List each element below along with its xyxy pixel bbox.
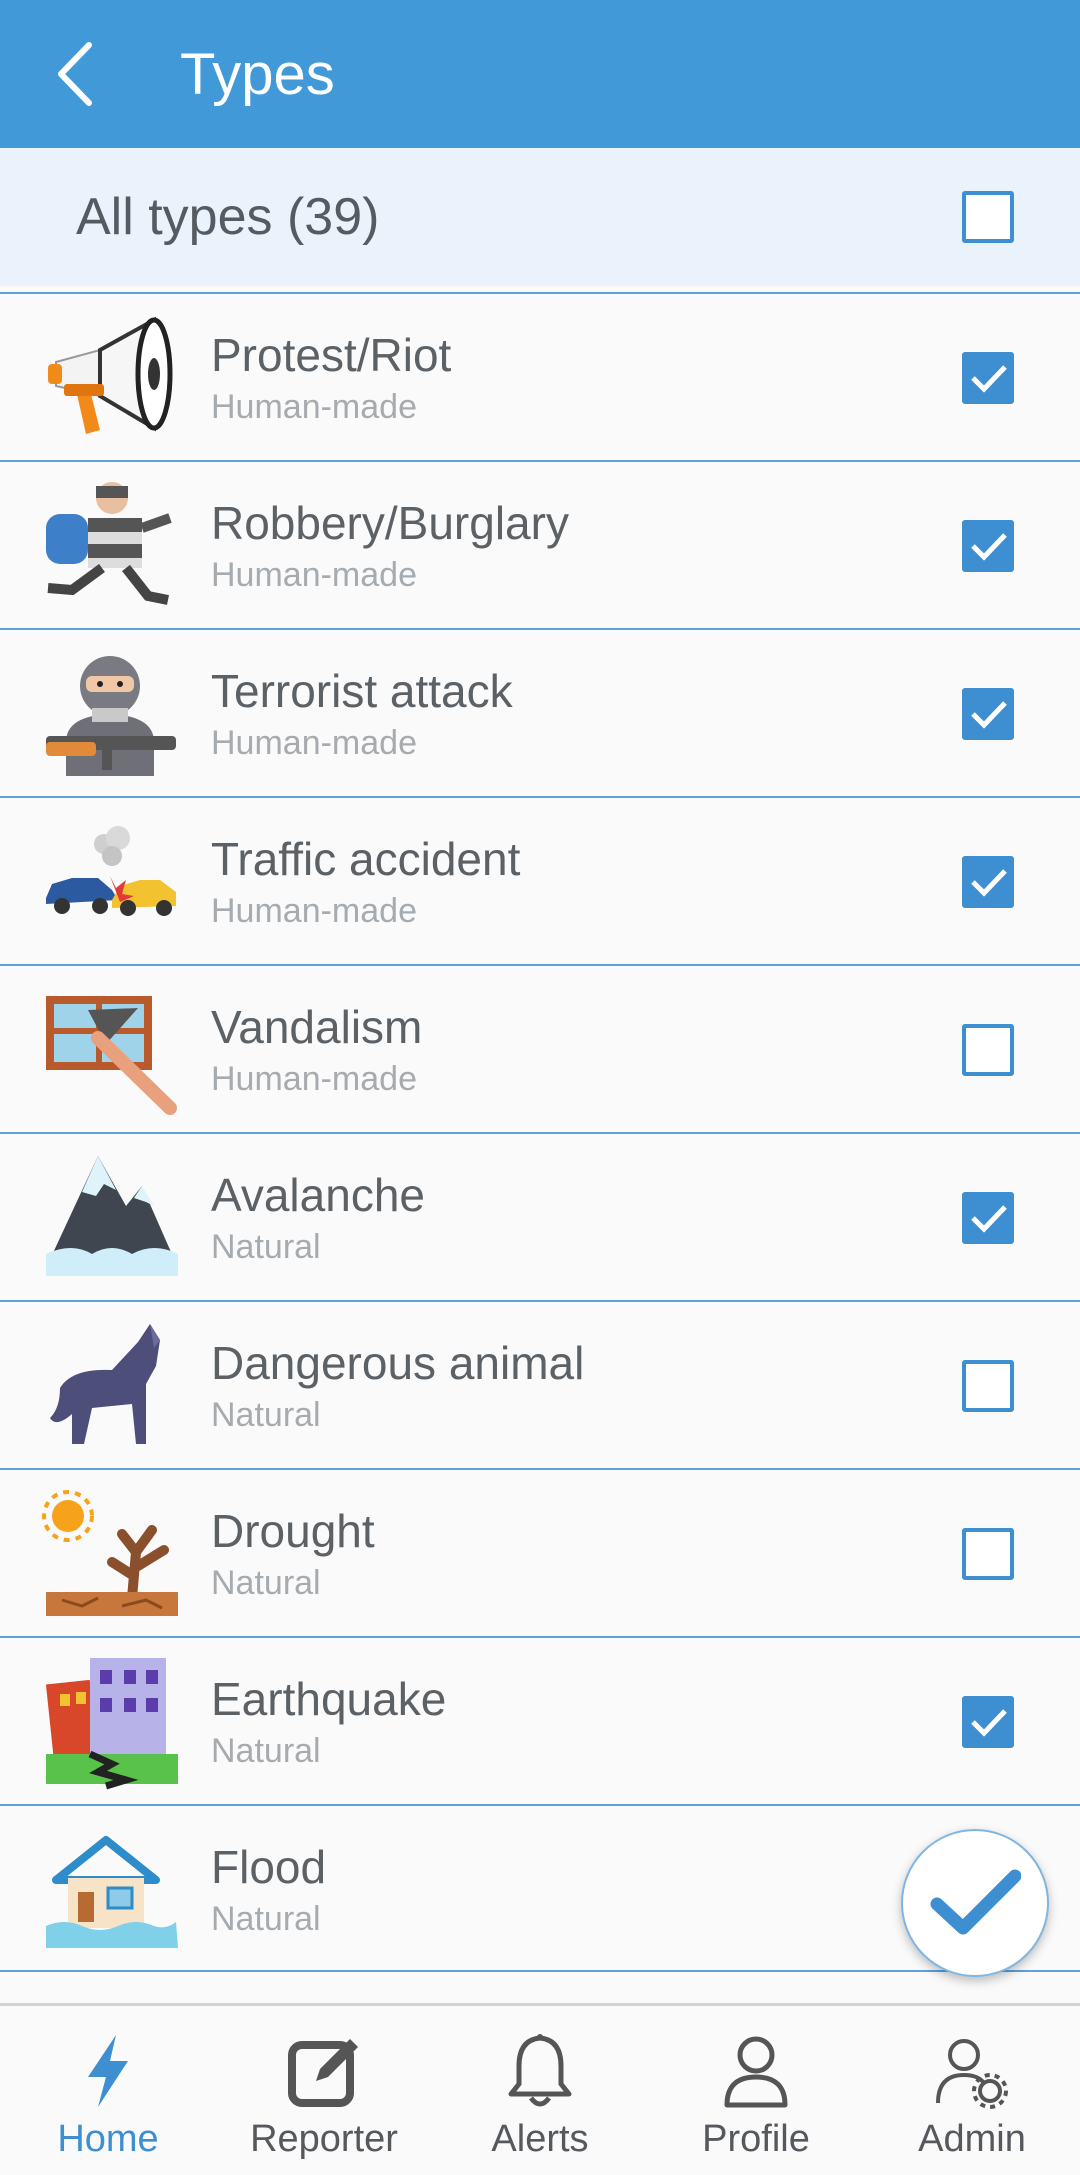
types-list: Protest/Riot Human-made Robbery/Burglary… (0, 292, 1080, 1972)
item-checkbox[interactable] (962, 1024, 1014, 1076)
item-category: Human-made (211, 1060, 417, 1098)
list-item[interactable]: Dangerous animal Natural (0, 1300, 1080, 1468)
all-types-row[interactable]: All types (39) (0, 148, 1080, 286)
app-header: Types (0, 0, 1080, 148)
user-icon (724, 2036, 788, 2108)
broken-window-icon (46, 996, 177, 1115)
item-checkbox[interactable] (962, 352, 1014, 404)
megaphone-icon (48, 316, 173, 434)
cracked-building-icon (45, 1658, 178, 1790)
item-checkbox[interactable] (962, 520, 1014, 572)
check-icon (930, 1869, 1021, 1935)
admin-gear-icon (936, 2039, 1008, 2109)
list-item[interactable]: Robbery/Burglary Human-made (0, 460, 1080, 628)
nav-home-label: Home (57, 2118, 159, 2160)
item-category: Natural (211, 1732, 321, 1770)
item-title: Traffic accident (211, 833, 521, 885)
item-title: Robbery/Burglary (211, 497, 569, 549)
robber-icon (46, 482, 172, 605)
bell-icon (508, 2034, 572, 2107)
list-item[interactable]: Protest/Riot Human-made (0, 292, 1080, 460)
back-button[interactable] (0, 0, 150, 148)
edit-icon (288, 2039, 358, 2107)
item-category: Natural (211, 1564, 321, 1602)
nav-alerts-label: Alerts (491, 2118, 589, 2160)
flooded-house-icon (46, 1836, 178, 1948)
nav-alerts[interactable]: Alerts (432, 2006, 648, 2175)
check-icon (971, 533, 1007, 561)
list-item[interactable]: Earthquake Natural (0, 1636, 1080, 1804)
all-types-label: All types (39) (76, 188, 380, 246)
item-title: Terrorist attack (211, 665, 513, 717)
item-category: Human-made (211, 388, 417, 426)
list-item[interactable]: Traffic accident Human-made (0, 796, 1080, 964)
check-icon (971, 701, 1007, 729)
lightning-icon (88, 2035, 128, 2107)
item-title: Avalanche (211, 1169, 425, 1221)
item-title: Vandalism (211, 1001, 423, 1053)
nav-profile-label: Profile (702, 2118, 810, 2160)
wolf-icon (50, 1324, 160, 1444)
check-icon (971, 1709, 1007, 1737)
item-category: Natural (211, 1228, 321, 1266)
item-category: Natural (211, 1900, 321, 1938)
nav-admin-label: Admin (918, 2118, 1026, 2160)
page-title: Types (180, 41, 335, 107)
item-category: Human-made (211, 556, 417, 594)
item-checkbox[interactable] (962, 1696, 1014, 1748)
item-checkbox[interactable] (962, 1192, 1014, 1244)
bottom-navigation: Home Reporter Alerts Profile Admin (0, 2003, 1080, 2175)
confirm-button[interactable] (901, 1829, 1049, 1977)
item-title: Flood (211, 1841, 327, 1893)
terrorist-icon (46, 656, 176, 776)
item-title: Earthquake (211, 1673, 447, 1725)
item-category: Human-made (211, 724, 417, 762)
chevron-left-icon (58, 42, 92, 106)
all-types-checkbox[interactable] (962, 191, 1014, 243)
item-checkbox[interactable] (962, 1528, 1014, 1580)
item-category: Human-made (211, 892, 417, 930)
nav-reporter[interactable]: Reporter (216, 2006, 432, 2175)
list-item[interactable]: Drought Natural (0, 1468, 1080, 1636)
nav-reporter-label: Reporter (250, 2118, 398, 2160)
item-category: Natural (211, 1396, 321, 1434)
check-icon (971, 1205, 1007, 1233)
check-icon (971, 869, 1007, 897)
item-title: Drought (211, 1505, 375, 1557)
list-item[interactable]: Avalanche Natural (0, 1132, 1080, 1300)
list-item[interactable]: Vandalism Human-made (0, 964, 1080, 1132)
nav-profile[interactable]: Profile (648, 2006, 864, 2175)
item-checkbox[interactable] (962, 1360, 1014, 1412)
nav-admin[interactable]: Admin (864, 2006, 1080, 2175)
dry-tree-icon (42, 1490, 178, 1616)
check-icon (971, 365, 1007, 393)
item-checkbox[interactable] (962, 688, 1014, 740)
item-title: Dangerous animal (211, 1337, 585, 1389)
nav-home[interactable]: Home (0, 2006, 216, 2175)
list-item[interactable]: Terrorist attack Human-made (0, 628, 1080, 796)
item-checkbox[interactable] (962, 856, 1014, 908)
mountain-icon (46, 1156, 178, 1276)
car-crash-icon (46, 826, 176, 916)
item-title: Protest/Riot (211, 329, 452, 381)
